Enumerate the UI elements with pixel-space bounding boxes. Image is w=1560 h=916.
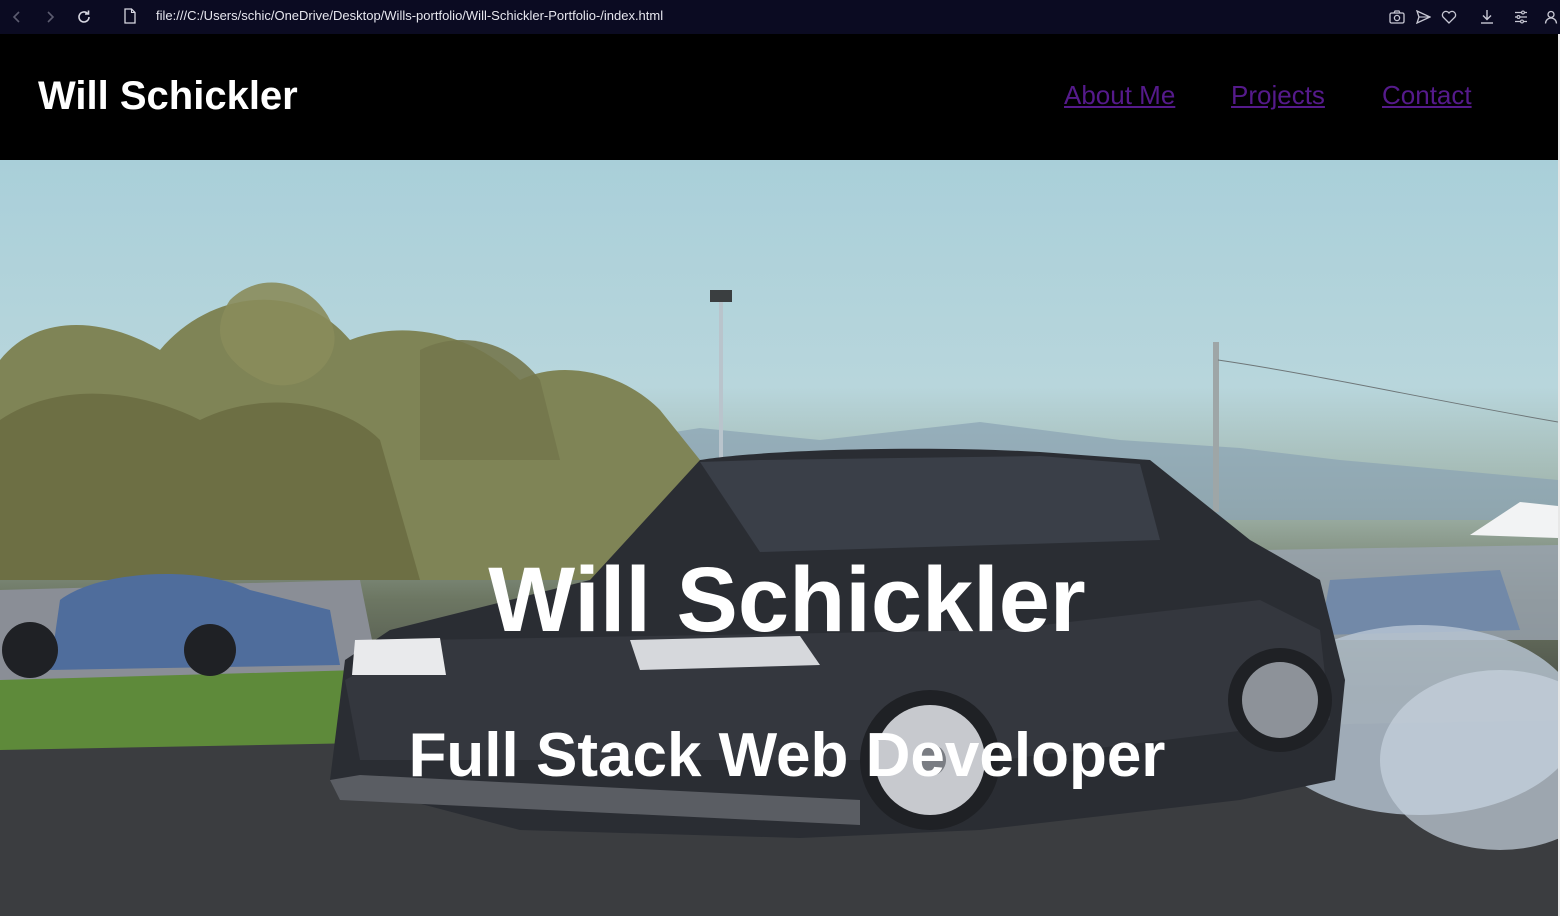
forward-icon[interactable] — [39, 6, 61, 28]
send-icon[interactable] — [1412, 6, 1434, 28]
hero-subtitle: Full Stack Web Developer — [408, 721, 1166, 791]
profile-icon[interactable] — [1542, 6, 1560, 28]
reload-icon[interactable] — [73, 6, 95, 28]
heart-icon[interactable] — [1438, 6, 1460, 28]
browser-toolbar: file:///C:/Users/schic/OneDrive/Desktop/… — [0, 0, 1560, 34]
site-header: Will Schickler About Me Projects Contact — [0, 34, 1560, 160]
nav-link-about-me[interactable]: About Me — [1064, 78, 1175, 112]
page-icon — [124, 8, 136, 29]
download-icon[interactable] — [1476, 6, 1498, 28]
camera-icon[interactable] — [1386, 6, 1408, 28]
hero-title: Will Schickler — [488, 548, 1086, 651]
back-icon[interactable] — [6, 6, 28, 28]
address-bar[interactable]: file:///C:/Users/schic/OneDrive/Desktop/… — [156, 8, 663, 23]
nav-link-contact[interactable]: Contact — [1382, 78, 1472, 112]
menu-icon[interactable] — [1510, 6, 1532, 28]
site-logo[interactable]: Will Schickler — [38, 72, 298, 120]
hero-section: Will Schickler Full Stack Web Developer — [0, 160, 1558, 916]
nav-link-projects[interactable]: Projects — [1231, 78, 1325, 112]
hero-background-image — [0, 282, 1558, 916]
